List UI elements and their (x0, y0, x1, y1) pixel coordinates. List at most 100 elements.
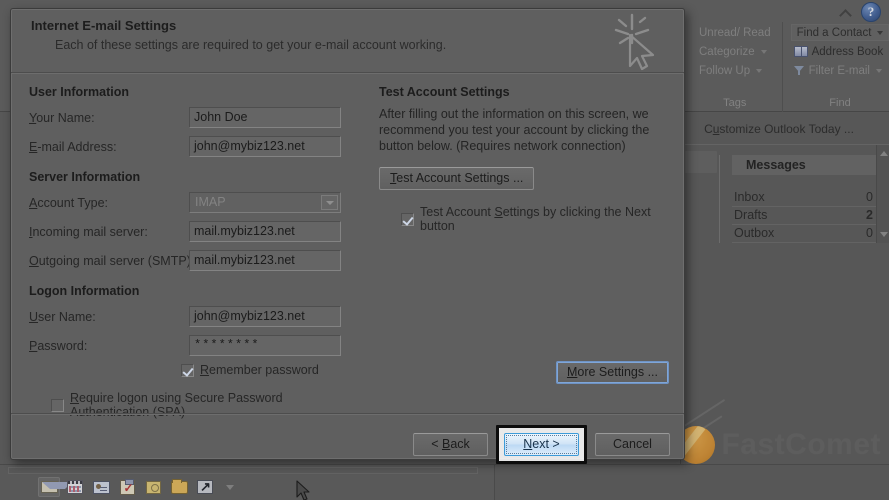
button-label: ore Settings ... (577, 365, 658, 379)
label-text: emember password (209, 363, 319, 377)
label-accel: S (494, 205, 503, 219)
ribbon-right-groups: ? Unread/ Read Categorize Follow Up Tags… (680, 0, 889, 112)
outgoing-mail-server-input[interactable]: mail.mybiz123.net (189, 250, 341, 271)
label-text: ncoming mail server: (32, 224, 148, 239)
remember-password-checkbox[interactable] (181, 363, 194, 377)
customize-outlook-today-link[interactable]: Customize Outlook Today ... (681, 113, 889, 145)
navigation-splitter[interactable] (8, 467, 478, 474)
ribbon-item-address-book[interactable]: Address Book (791, 43, 889, 60)
shortcut-glyph (197, 479, 213, 495)
chevron-down-icon (760, 49, 767, 54)
email-address-input[interactable]: john@mybiz123.net (189, 136, 341, 157)
test-account-settings-button[interactable]: Test Account Settings ... (379, 167, 535, 190)
ribbon-controls: ? (840, 2, 881, 22)
customize-prefix: C (704, 122, 713, 136)
ribbon-item-unread-read[interactable]: Unread/ Read (696, 24, 774, 41)
remember-password-label: Remember password (200, 363, 319, 377)
page-subtitle: Each of these settings are required to g… (55, 38, 447, 52)
page-title: Internet E-mail Settings (31, 18, 177, 33)
help-question-icon[interactable]: ? (861, 2, 881, 22)
account-type-value: IMAP (195, 195, 226, 209)
ribbon-group-tags: Unread/ Read Categorize Follow Up Tags (688, 22, 782, 112)
mail-icon[interactable] (38, 477, 72, 497)
ribbon-item-label: Address Book (811, 45, 884, 58)
section-heading-test-account-settings: Test Account Settings (379, 85, 510, 99)
account-type-select[interactable]: IMAP (189, 192, 341, 213)
test-on-next-row[interactable]: Test Account Settings by clicking the Ne… (401, 205, 669, 233)
folder-name: Drafts (734, 208, 768, 222)
section-heading-user-information: User Information (29, 85, 130, 99)
folder-count: 0 (866, 190, 873, 204)
navigation-icon-strip (38, 477, 234, 497)
notes-glyph (145, 480, 161, 494)
cancel-button[interactable]: Cancel (595, 433, 670, 456)
user-name-input[interactable]: john@mybiz123.net (189, 306, 341, 327)
field-row-email-address: E-mail Address: john@mybiz123.net (29, 135, 359, 158)
button-accel: M (566, 365, 578, 379)
spa-checkbox[interactable] (51, 398, 64, 412)
notes-icon[interactable] (142, 477, 164, 497)
label-email-address: E-mail Address: (29, 140, 189, 154)
contacts-glyph (92, 480, 110, 494)
chevron-down-icon (875, 68, 882, 73)
label-text: -mail Address: (37, 139, 117, 154)
button-accel: N (523, 437, 533, 451)
ribbon-group-list: Unread/ Read Categorize Follow Up Tags F… (688, 22, 889, 112)
label-text: our Name: (36, 110, 95, 125)
test-on-next-label: Test Account Settings by clicking the Ne… (420, 205, 669, 233)
label-text: utgoing mail server (SMTP): (38, 253, 195, 268)
calendar-glyph (67, 480, 83, 494)
section-heading-server-information: Server Information (29, 170, 141, 184)
remember-password-row[interactable]: Remember password (181, 363, 359, 377)
field-row-account-type: Account Type: IMAP (29, 191, 359, 214)
folder-name: Outbox (734, 226, 775, 240)
scroll-down-arrow-icon[interactable] (880, 232, 888, 237)
more-settings-button[interactable]: More Settings ... (555, 361, 669, 384)
outlook-today-pane: Customize Outlook Today ... Messages Inb… (680, 113, 889, 472)
ribbon-group-label-find: Find (829, 97, 851, 109)
ribbon-item-label: Unread/ Read (699, 26, 771, 39)
label-user-name: User Name: (29, 310, 189, 324)
footer-button-group: < Back Next > Cancel (413, 425, 670, 464)
vertical-scrollbar[interactable] (876, 145, 889, 243)
chevron-down-icon[interactable] (226, 484, 234, 490)
ribbon-group-find: Find a Contact Address Book Filter E-mai… (781, 22, 889, 112)
list-item[interactable]: Inbox 0 (732, 189, 879, 207)
ribbon-item-label: Follow Up (699, 64, 751, 77)
label-text: assword: (37, 338, 88, 353)
ribbon-item-categorize[interactable]: Categorize (696, 43, 774, 60)
back-button[interactable]: < Back (413, 433, 488, 456)
folder-glyph (170, 478, 188, 494)
shortcuts-icon[interactable] (194, 477, 216, 497)
contacts-icon[interactable] (90, 477, 112, 497)
incoming-mail-server-input[interactable]: mail.mybiz123.net (189, 221, 341, 242)
ribbon-item-filter-email[interactable]: Filter E-mail (791, 62, 889, 79)
next-button[interactable]: Next > (504, 433, 579, 456)
folder-list-icon[interactable] (168, 477, 190, 497)
list-item[interactable]: Outbox 0 (732, 225, 879, 243)
chevron-down-icon (756, 68, 763, 73)
chevron-up-icon[interactable] (840, 6, 853, 18)
customize-suffix: stomize Outlook Today ... (719, 122, 854, 136)
chevron-down-icon[interactable] (321, 195, 338, 210)
mail-glyph (40, 481, 72, 493)
label-text: ccount Type: (37, 195, 108, 210)
ribbon-item-find-a-contact[interactable]: Find a Contact (790, 24, 889, 41)
field-row-incoming-mail-server: Incoming mail server: mail.mybiz123.net (29, 220, 359, 243)
messages-header: Messages (732, 155, 879, 175)
password-input[interactable]: ******** (189, 335, 341, 356)
ribbon-item-follow-up[interactable]: Follow Up (696, 62, 774, 79)
test-on-next-checkbox[interactable] (401, 212, 414, 226)
list-item[interactable]: Drafts 2 (732, 207, 879, 225)
address-book-icon (793, 46, 808, 57)
label-text: ser Name: (38, 309, 96, 324)
label-your-name: Your Name: (29, 111, 189, 125)
ribbon-item-label: Filter E-mail (808, 64, 870, 77)
internet-email-settings-dialog: Internet E-mail Settings Each of these s… (10, 8, 685, 464)
your-name-input[interactable]: John Doe (189, 107, 341, 128)
scroll-up-arrow-icon[interactable] (880, 151, 888, 156)
tasks-icon[interactable] (116, 477, 138, 497)
today-gutter (681, 151, 719, 243)
calendar-icon[interactable] (64, 477, 86, 497)
ribbon-item-label: Categorize (699, 45, 755, 58)
